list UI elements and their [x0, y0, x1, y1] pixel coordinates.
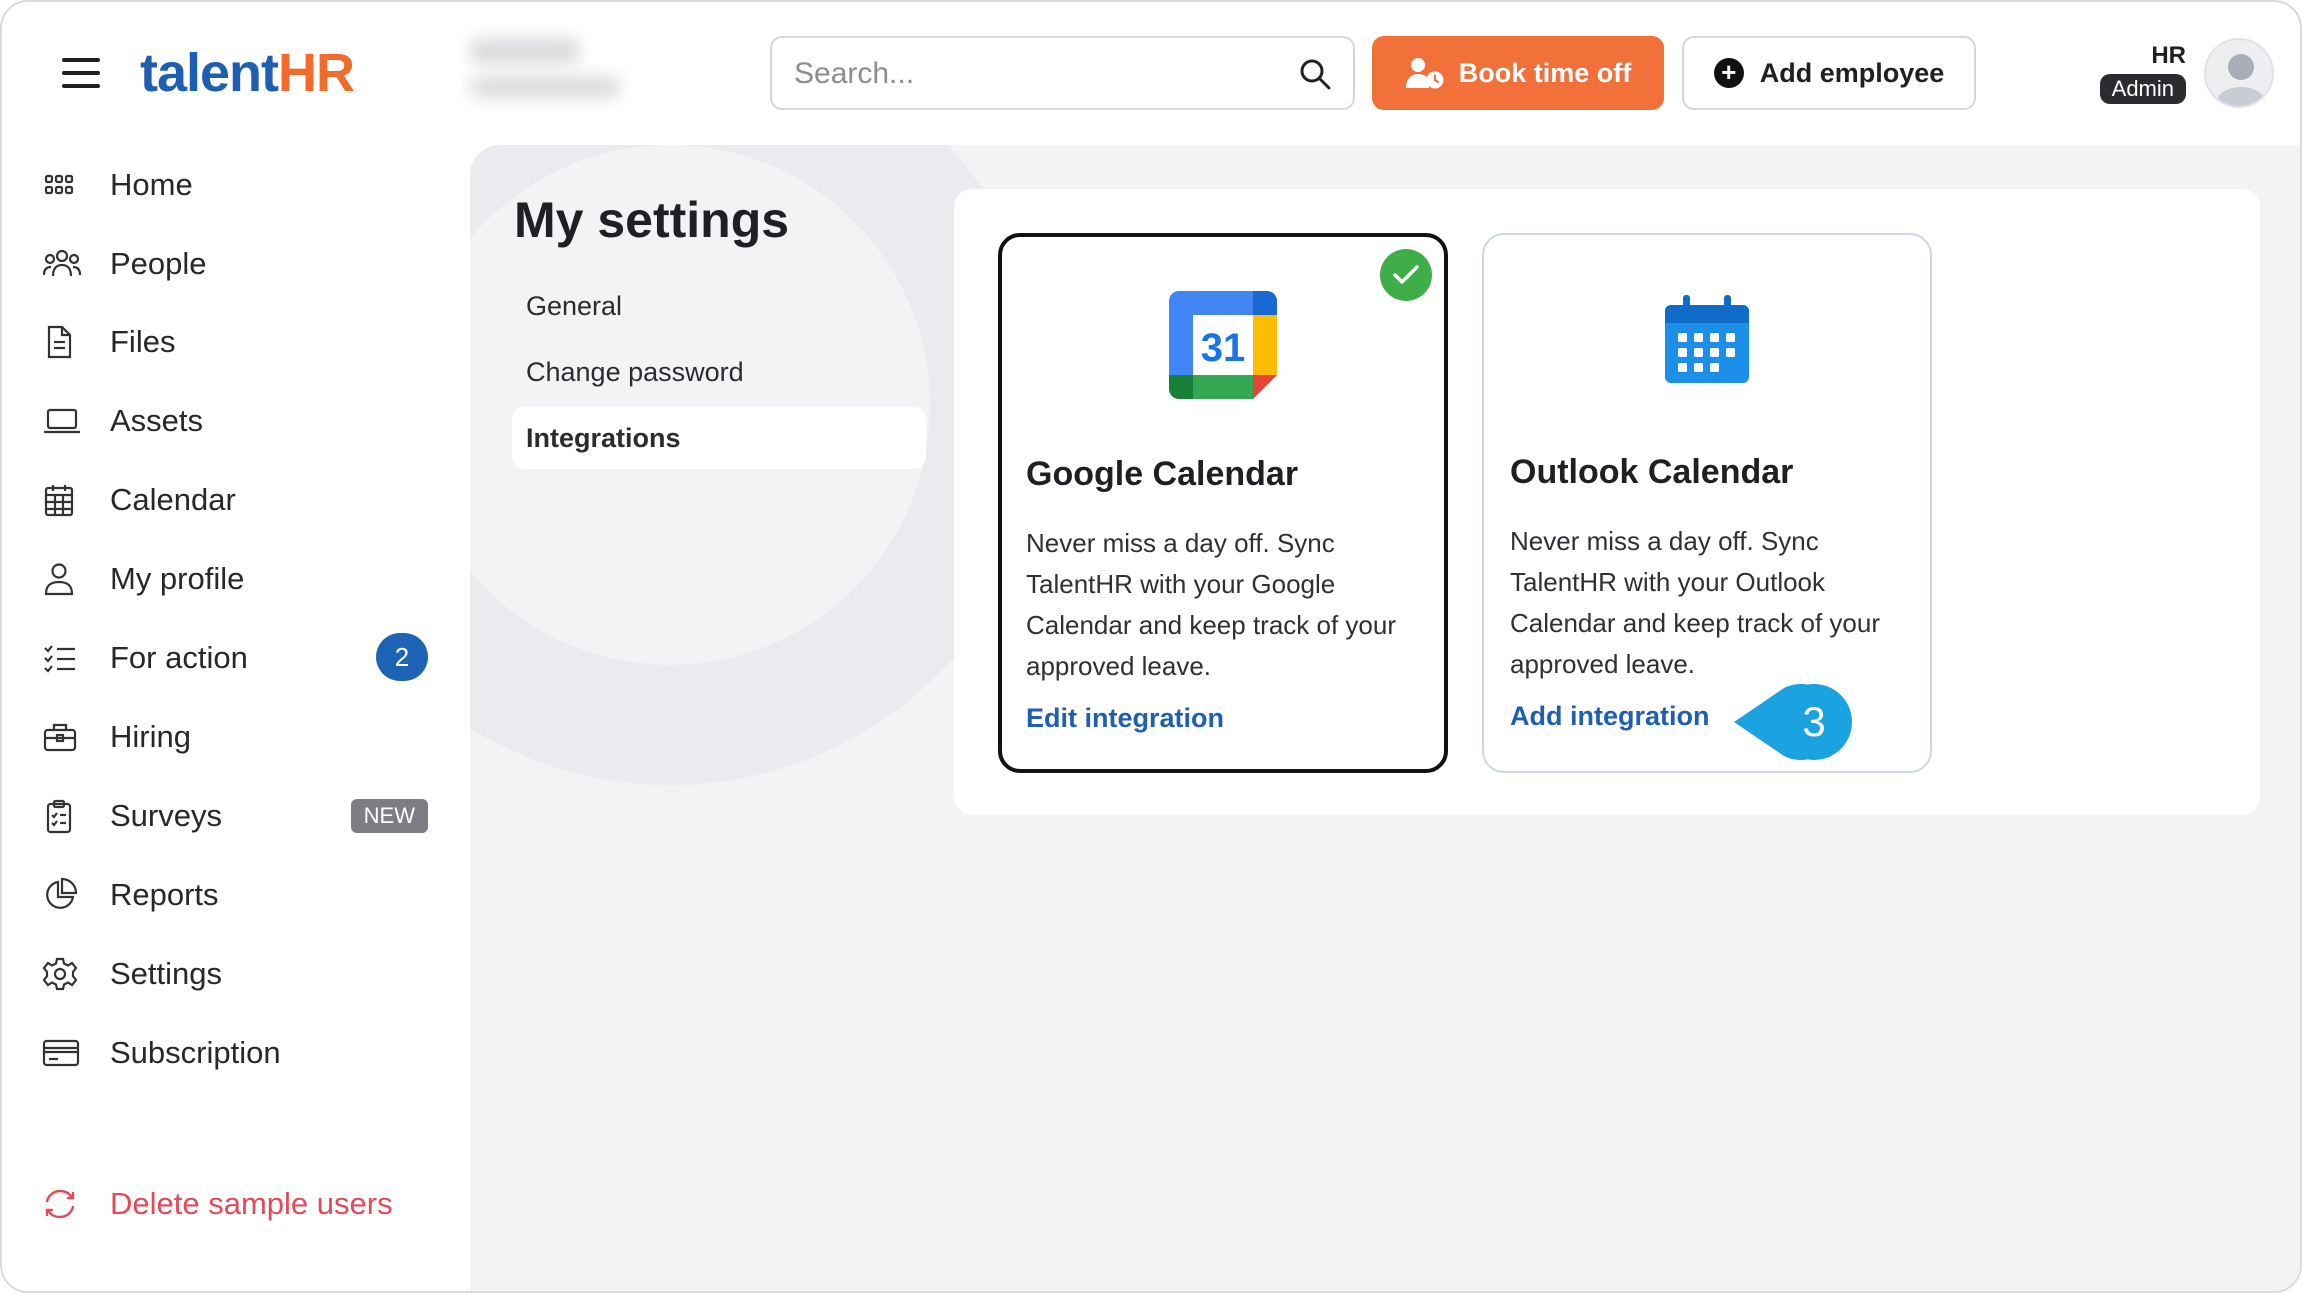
- sidebar-item-reports[interactable]: Reports: [42, 863, 442, 927]
- people-icon: [42, 244, 100, 284]
- book-time-off-button[interactable]: Book time off: [1372, 36, 1664, 110]
- delete-sample-users-label: Delete sample users: [110, 1186, 393, 1221]
- sidebar-item-label: People: [110, 246, 207, 281]
- step-number: 3: [1802, 698, 1825, 745]
- search-box[interactable]: [770, 36, 1355, 110]
- sidebar-item-home[interactable]: Home: [42, 153, 442, 217]
- sidebar-item-files[interactable]: Files: [42, 310, 442, 374]
- sidebar-item-label: My profile: [110, 561, 245, 596]
- sidebar-item-label: For action: [110, 640, 248, 675]
- sidebar-item-label: Reports: [110, 877, 219, 912]
- page-title: My settings: [514, 192, 790, 248]
- user-avatar-icon: [2217, 54, 2265, 106]
- sidebar-item-settings[interactable]: Settings: [42, 942, 442, 1006]
- outlook-calendar-logo-icon: [1651, 287, 1763, 399]
- grid-icon: [42, 165, 100, 205]
- calendar-icon: [42, 480, 100, 520]
- credit-card-icon: [42, 1033, 100, 1073]
- edit-integration-link[interactable]: Edit integration: [1026, 703, 1224, 734]
- sidebar-item-label: Surveys: [110, 798, 222, 833]
- sidebar-item-hiring[interactable]: Hiring: [42, 705, 442, 769]
- plus-circle-icon: +: [1713, 58, 1744, 88]
- integration-title: Outlook Calendar: [1510, 453, 1794, 491]
- add-integration-link[interactable]: Add integration: [1510, 701, 1709, 732]
- tab-change-password[interactable]: Change password: [512, 341, 926, 403]
- sidebar-item-people[interactable]: People: [42, 232, 442, 296]
- avatar[interactable]: [2204, 38, 2274, 108]
- new-badge: NEW: [350, 799, 428, 833]
- sidebar-item-label: Subscription: [110, 1035, 281, 1070]
- step-callout-marker: 3: [1734, 684, 1852, 760]
- add-employee-label: Add employee: [1759, 57, 1945, 88]
- connected-check-icon: [1380, 249, 1432, 301]
- sidebar-item-label: Hiring: [110, 719, 191, 754]
- book-time-off-label: Book time off: [1458, 57, 1632, 88]
- settings-subnav: General Change password Integrations: [512, 275, 926, 473]
- sidebar-item-calendar[interactable]: Calendar: [42, 468, 442, 532]
- sidebar-item-assets[interactable]: Assets: [42, 389, 442, 453]
- user-icon: [42, 559, 100, 599]
- for-action-count-badge: 2: [376, 633, 428, 681]
- google-calendar-logo-icon: 31: [1167, 289, 1279, 401]
- sidebar-item-label: Assets: [110, 403, 204, 438]
- integration-card-google-calendar[interactable]: 31 Google Calendar Never miss a day off.…: [998, 233, 1448, 773]
- app-window: talentHR Book time off + Add employee: [0, 0, 2302, 1293]
- search-input[interactable]: [794, 52, 1274, 96]
- gear-icon: [42, 954, 100, 994]
- menu-icon[interactable]: [62, 58, 100, 88]
- sidebar-item-label: Files: [110, 324, 176, 359]
- user-role-badge: Admin: [2099, 74, 2186, 104]
- integration-card-outlook-calendar[interactable]: Outlook Calendar Never miss a day off. S…: [1482, 233, 1932, 773]
- refresh-icon: [42, 1184, 100, 1224]
- top-bar: talentHR Book time off + Add employee: [2, 2, 2300, 142]
- search-icon[interactable]: [1297, 56, 1333, 92]
- integration-description: Never miss a day off. Sync TalentHR with…: [1510, 526, 1880, 679]
- logo-text-talent: talent: [140, 43, 279, 103]
- add-employee-button[interactable]: + Add employee: [1682, 36, 1976, 110]
- sidebar-item-label: Calendar: [110, 482, 236, 517]
- integration-description: Never miss a day off. Sync TalentHR with…: [1026, 528, 1396, 681]
- pie-chart-icon: [42, 875, 100, 915]
- app-logo[interactable]: talentHR: [140, 42, 355, 104]
- file-icon: [42, 322, 100, 362]
- sidebar: Home People Files Assets Calendar My pro…: [2, 142, 470, 1291]
- tab-general[interactable]: General: [512, 275, 926, 337]
- checklist-icon: [42, 638, 100, 678]
- tab-integrations[interactable]: Integrations: [512, 407, 926, 469]
- sidebar-item-subscription[interactable]: Subscription: [42, 1021, 442, 1085]
- google-calendar-logo-day: 31: [1201, 326, 1246, 370]
- integration-title: Google Calendar: [1026, 455, 1299, 493]
- logo-text-hr: HR: [278, 43, 355, 103]
- sidebar-item-label: Settings: [110, 956, 223, 991]
- main-content: My settings General Change password Inte…: [470, 145, 2300, 1291]
- blurred-company-name: [470, 38, 620, 108]
- laptop-icon: [42, 401, 100, 441]
- briefcase-icon: [42, 717, 100, 757]
- sidebar-item-label: Home: [110, 167, 193, 202]
- sidebar-item-my-profile[interactable]: My profile: [42, 547, 442, 611]
- integrations-panel: 31 Google Calendar Never miss a day off.…: [954, 189, 2260, 815]
- delete-sample-users-button[interactable]: Delete sample users: [42, 1172, 442, 1236]
- sidebar-item-for-action[interactable]: For action 2: [42, 626, 442, 690]
- user-meta: HR Admin: [2090, 42, 2186, 104]
- user-name: HR: [2151, 42, 2186, 69]
- user-clock-icon: [1405, 58, 1444, 89]
- sidebar-item-surveys[interactable]: Surveys NEW: [42, 784, 442, 848]
- clipboard-icon: [42, 796, 100, 836]
